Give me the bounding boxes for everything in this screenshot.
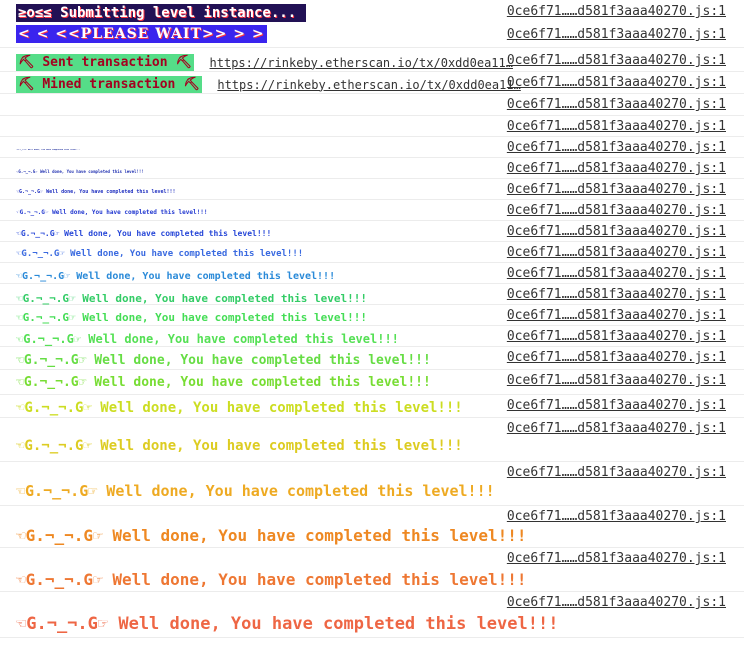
- log-row-well-done: ☜G.¬_¬.G☞ Well done, You have completed …: [0, 462, 744, 506]
- source-link[interactable]: 0ce6f71……d581f3aaa40270.js:1: [507, 329, 726, 344]
- source-link[interactable]: 0ce6f71……d581f3aaa40270.js:1: [507, 4, 726, 19]
- source-link[interactable]: 0ce6f71……d581f3aaa40270.js:1: [507, 53, 726, 68]
- well-done-message: ☜G.¬_¬.G☞ Well done, You have completed …: [16, 570, 527, 589]
- log-row-blank-2: 0ce6f71……d581f3aaa40270.js:1: [0, 94, 744, 116]
- source-link[interactable]: 0ce6f71……d581f3aaa40270.js:1: [507, 308, 726, 323]
- source-link[interactable]: 0ce6f71……d581f3aaa40270.js:1: [507, 266, 726, 281]
- log-row-well-done: ☜G.¬_¬.G☞ Well done, You have completed …: [0, 548, 744, 592]
- source-link[interactable]: 0ce6f71……d581f3aaa40270.js:1: [507, 595, 726, 610]
- log-row-well-done: ☜G.¬_¬.G☞ Well done, You have completed …: [0, 506, 744, 548]
- log-row-mined-transaction: ⛏ Mined transaction ⛏ https://rinkeby.et…: [0, 72, 744, 94]
- log-row-well-done: ☜G.¬_¬.G☞ Well done, You have completed …: [0, 200, 744, 221]
- log-row-well-done: ☜G.¬_¬.G☞ Well done, You have completed …: [0, 116, 744, 137]
- log-row-well-done: ☜G.¬_¬.G☞ Well done, You have completed …: [0, 242, 744, 263]
- source-link[interactable]: 0ce6f71……d581f3aaa40270.js:1: [507, 224, 726, 239]
- source-link[interactable]: 0ce6f71……d581f3aaa40270.js:1: [507, 182, 726, 197]
- well-done-message: ☜G.¬_¬.G☞ Well done, You have completed …: [16, 482, 495, 500]
- source-link[interactable]: 0ce6f71……d581f3aaa40270.js:1: [507, 75, 726, 90]
- log-row-blank-1: 0ce6f71……d581f3aaa40270.js:1: [0, 24, 744, 48]
- log-row-well-done: ☜G.¬_¬.G☞ Well done, You have completed …: [0, 395, 744, 418]
- source-link[interactable]: 0ce6f71……d581f3aaa40270.js:1: [507, 119, 726, 134]
- well-done-message: ☜G.¬_¬.G☞ Well done, You have completed …: [16, 526, 527, 545]
- source-link[interactable]: 0ce6f71……d581f3aaa40270.js:1: [507, 421, 726, 436]
- log-row-well-done: ☜G.¬_¬.G☞ Well done, You have completed …: [0, 370, 744, 395]
- log-row-well-done: ☜G.¬_¬.G☞ Well done, You have completed …: [0, 592, 744, 638]
- log-row-well-done: ☜G.¬_¬.G☞ Well done, You have completed …: [0, 137, 744, 158]
- source-link[interactable]: 0ce6f71……d581f3aaa40270.js:1: [507, 140, 726, 155]
- log-row-sent-transaction: ⛏ Sent transaction ⛏ https://rinkeby.eth…: [0, 50, 744, 72]
- mined-transaction-tag: ⛏ Mined transaction ⛏: [16, 76, 202, 93]
- log-row-well-done: ☜G.¬_¬.G☞ Well done, You have completed …: [0, 347, 744, 370]
- source-link[interactable]: 0ce6f71……d581f3aaa40270.js:1: [507, 27, 726, 42]
- sent-transaction-link[interactable]: https://rinkeby.etherscan.io/tx/0xdd0ea1…: [210, 56, 513, 70]
- log-row-well-done: ☜G.¬_¬.G☞ Well done, You have completed …: [0, 418, 744, 462]
- source-link[interactable]: 0ce6f71……d581f3aaa40270.js:1: [507, 373, 726, 388]
- log-row-well-done: ☜G.¬_¬.G☞ Well done, You have completed …: [0, 263, 744, 284]
- log-row-well-done: ☜G.¬_¬.G☞ Well done, You have completed …: [0, 221, 744, 242]
- log-row-well-done: ☜G.¬_¬.G☞ Well done, You have completed …: [0, 326, 744, 347]
- source-link[interactable]: 0ce6f71……d581f3aaa40270.js:1: [507, 161, 726, 176]
- well-done-message: ☜G.¬_¬.G☞ Well done, You have completed …: [16, 438, 463, 454]
- mined-transaction-link[interactable]: https://rinkeby.etherscan.io/tx/0xdd0ea1…: [217, 78, 520, 92]
- source-link[interactable]: 0ce6f71……d581f3aaa40270.js:1: [507, 97, 726, 112]
- source-link[interactable]: 0ce6f71……d581f3aaa40270.js:1: [507, 509, 726, 524]
- log-row-well-done: ☜G.¬_¬.G☞ Well done, You have completed …: [0, 305, 744, 326]
- submitting-banner: ≥o≤≤ Submitting level instance...: [16, 4, 307, 22]
- log-row-well-done: ☜G.¬_¬.G☞ Well done, You have completed …: [0, 284, 744, 305]
- source-link[interactable]: 0ce6f71……d581f3aaa40270.js:1: [507, 551, 726, 566]
- source-link[interactable]: 0ce6f71……d581f3aaa40270.js:1: [507, 398, 726, 413]
- source-link[interactable]: 0ce6f71……d581f3aaa40270.js:1: [507, 203, 726, 218]
- source-link[interactable]: 0ce6f71……d581f3aaa40270.js:1: [507, 287, 726, 302]
- log-row-well-done: ☜G.¬_¬.G☞ Well done, You have completed …: [0, 158, 744, 179]
- sent-transaction-tag: ⛏ Sent transaction ⛏: [16, 54, 194, 71]
- well-done-message: ☜G.¬_¬.G☞ Well done, You have completed …: [16, 614, 559, 634]
- source-link[interactable]: 0ce6f71……d581f3aaa40270.js:1: [507, 350, 726, 365]
- source-link[interactable]: 0ce6f71……d581f3aaa40270.js:1: [507, 465, 726, 480]
- source-link[interactable]: 0ce6f71……d581f3aaa40270.js:1: [507, 245, 726, 260]
- log-row-well-done: ☜G.¬_¬.G☞ Well done, You have completed …: [0, 179, 744, 200]
